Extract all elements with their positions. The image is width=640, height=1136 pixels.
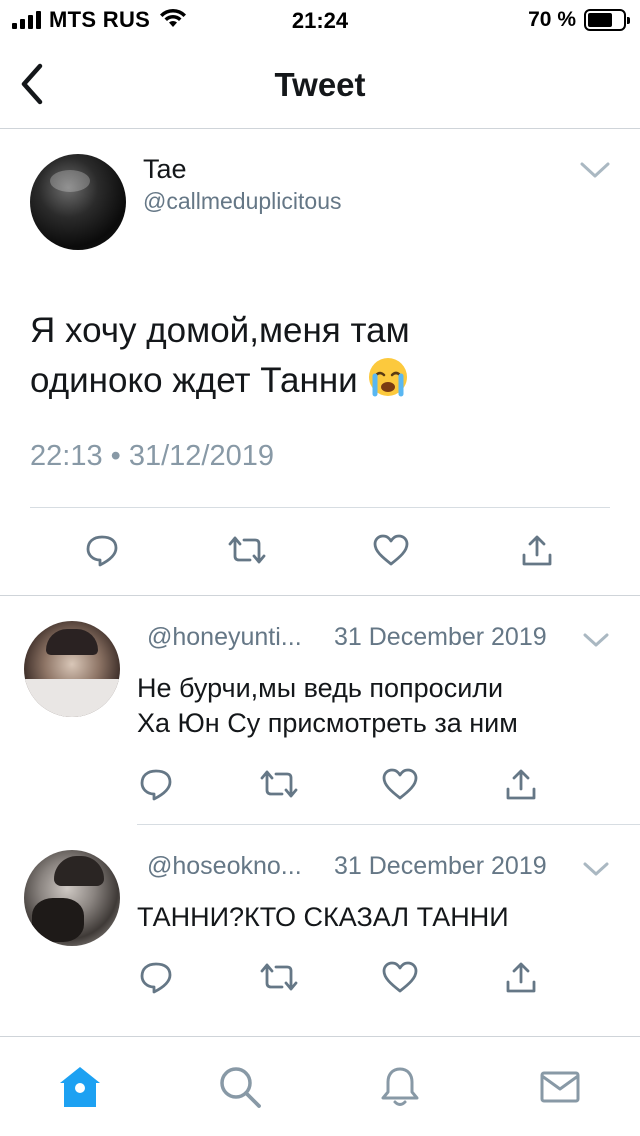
reply-text-line1: Не бурчи,мы ведь попросили: [137, 673, 504, 703]
envelope-icon: [540, 1071, 580, 1103]
like-button[interactable]: [377, 761, 423, 807]
share-button[interactable]: [514, 527, 560, 573]
retweet-icon: [260, 963, 298, 991]
retweet-icon: [260, 770, 298, 798]
reply-icon: [140, 962, 172, 994]
author-name[interactable]: Tae: [143, 154, 187, 185]
page-title: Tweet: [274, 66, 366, 103]
reply-item[interactable]: @honeyunti... 31 December 2019 Не бурчи,…: [0, 597, 640, 825]
status-bar: MTS RUS 21:24 70 %: [0, 0, 640, 40]
reply-text-line1: ТАННИ?КТО СКАЗАЛ ТАННИ: [137, 902, 509, 932]
crying-face-emoji: [367, 356, 409, 412]
tweet-text-line1: Я хочу домой,меня там: [30, 311, 410, 350]
home-icon: [60, 1067, 100, 1107]
reply-handle[interactable]: @honeyunti...: [147, 623, 302, 652]
retweet-button[interactable]: [224, 527, 270, 573]
heart-icon: [382, 961, 418, 993]
battery-percent: 70 %: [528, 8, 576, 31]
retweet-icon: [228, 536, 266, 564]
main-tweet: Tae @callmeduplicitous Я хочу домой,меня…: [0, 130, 640, 596]
tab-bar: [0, 1036, 640, 1136]
share-icon: [522, 535, 552, 566]
chevron-down-icon[interactable]: [581, 629, 611, 651]
reply-button[interactable]: [133, 761, 179, 807]
reply-item[interactable]: @hoseokno... 31 December 2019 ТАННИ?КТО …: [0, 826, 640, 1034]
reply-text: ТАННИ?КТО СКАЗАЛ ТАННИ: [137, 900, 617, 935]
bell-icon: [381, 1067, 419, 1106]
tab-home[interactable]: [56, 1063, 104, 1111]
tweet-text-line2: одиноко ждет Танни: [30, 361, 368, 400]
chevron-down-icon[interactable]: [581, 858, 611, 880]
tweet-text-line2-wrap: одиноко ждет Танни: [30, 356, 620, 412]
nav-bar: Tweet: [0, 40, 640, 129]
like-button[interactable]: [377, 954, 423, 1000]
tweet-text: Я хочу домой,меня там одиноко ждет Танни: [30, 306, 620, 412]
reply-handle[interactable]: @hoseokno...: [147, 852, 302, 881]
reply-button[interactable]: [133, 954, 179, 1000]
tab-messages[interactable]: [536, 1063, 584, 1111]
share-button[interactable]: [498, 954, 544, 1000]
like-button[interactable]: [368, 527, 414, 573]
reply-button[interactable]: [79, 527, 125, 573]
reply-text-line2: Ха Юн Су присмотреть за ним: [137, 708, 518, 738]
reply-date: 31 December 2019: [334, 623, 547, 651]
search-icon: [220, 1067, 261, 1108]
divider: [30, 507, 610, 508]
share-icon: [506, 769, 536, 800]
share-button[interactable]: [498, 761, 544, 807]
retweet-button[interactable]: [256, 954, 302, 1000]
tab-search[interactable]: [216, 1063, 264, 1111]
retweet-button[interactable]: [256, 761, 302, 807]
share-icon: [506, 962, 536, 993]
chevron-down-icon[interactable]: [578, 158, 612, 182]
heart-icon: [382, 768, 418, 800]
heart-icon: [373, 534, 409, 566]
battery-fill: [588, 13, 612, 27]
reply-icon: [86, 535, 118, 567]
battery-icon: [584, 9, 630, 31]
status-right: 70 %: [528, 6, 630, 34]
reply-date: 31 December 2019: [334, 852, 547, 880]
tweet-timestamp: 22:13 • 31/12/2019: [30, 440, 274, 472]
avatar[interactable]: [30, 154, 126, 250]
avatar[interactable]: [24, 621, 120, 717]
tab-notifications[interactable]: [376, 1063, 424, 1111]
reply-icon: [140, 769, 172, 801]
avatar[interactable]: [24, 850, 120, 946]
reply-text: Не бурчи,мы ведь попросили Ха Юн Су прис…: [137, 671, 617, 741]
author-handle[interactable]: @callmeduplicitous: [143, 188, 342, 215]
divider: [137, 824, 640, 825]
